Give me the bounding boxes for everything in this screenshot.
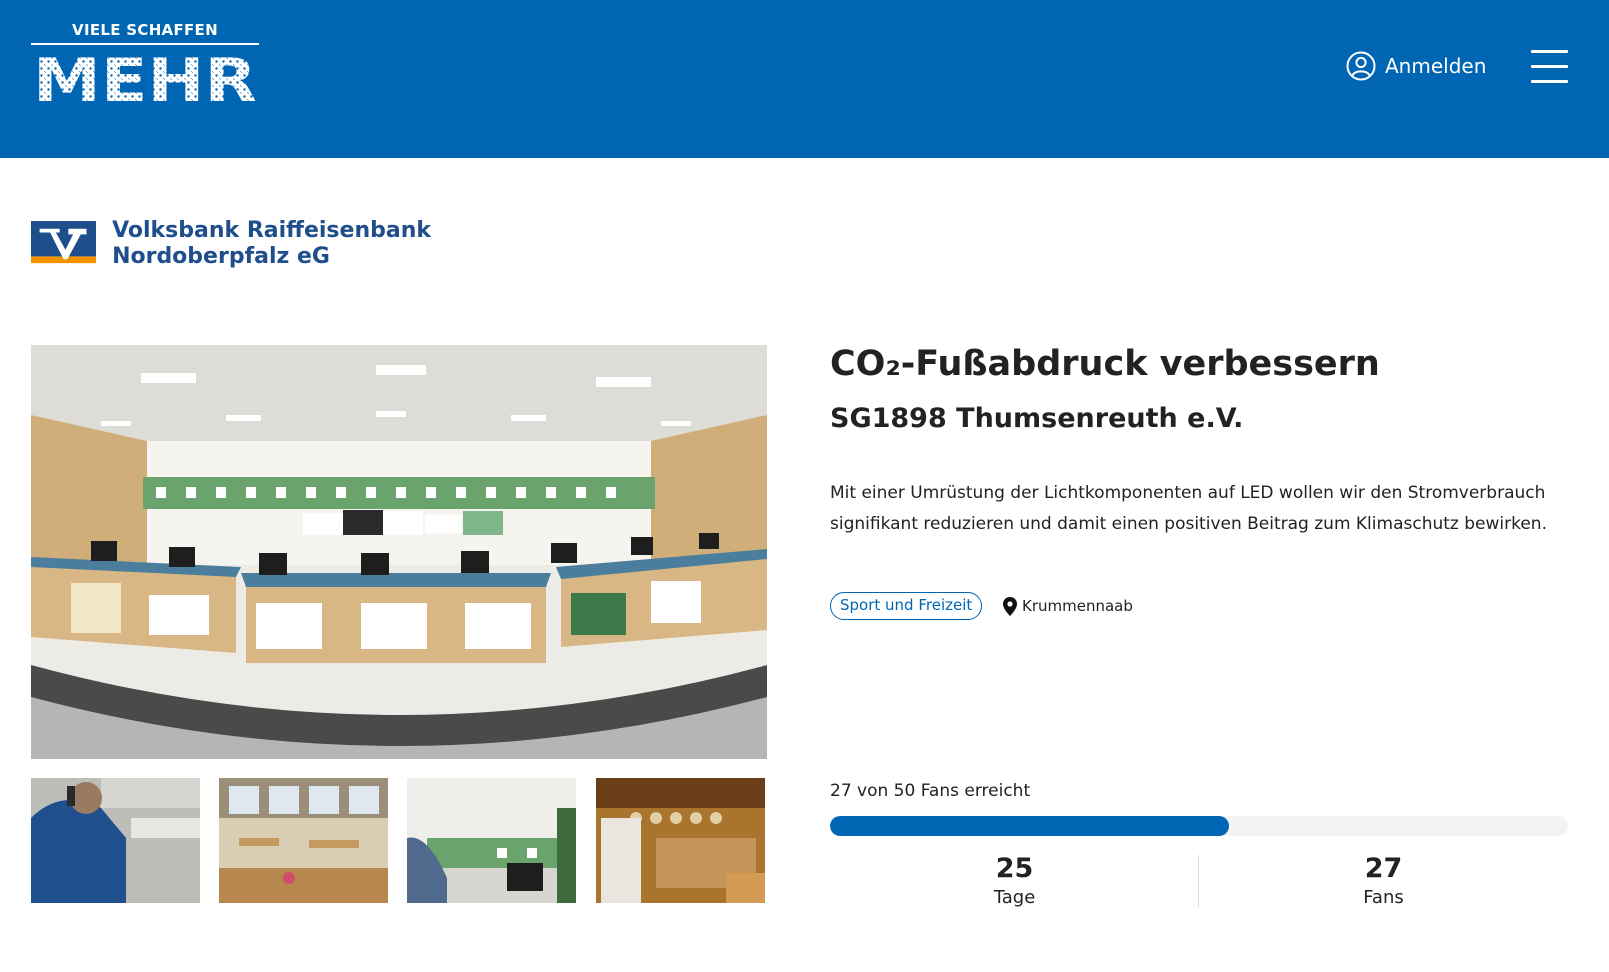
- fans-value: 27: [1364, 853, 1403, 884]
- logo-tagline: VIELE SCHAFFEN: [72, 21, 218, 39]
- days-remaining-stat: 25 Tage: [830, 852, 1199, 910]
- project-description: Mit einer Umrüstung der Lichtkomponenten…: [830, 483, 1547, 534]
- gallery-thumbnail-2[interactable]: [219, 778, 388, 903]
- gallery-thumbnail-4[interactable]: [596, 778, 765, 903]
- gallery-thumbnail-1[interactable]: [31, 778, 200, 903]
- days-value: 25: [995, 853, 1034, 884]
- menu-bar: [1531, 50, 1568, 53]
- volksbank-logo-icon: [31, 221, 97, 264]
- menu-bar: [1531, 65, 1568, 68]
- bank-name-line1: Volksbank Raiffeisenbank: [112, 218, 431, 243]
- progress-text: 27 von 50 Fans erreicht: [830, 781, 1031, 801]
- project-location: Krummennaab: [1003, 592, 1133, 620]
- logo-divider: [31, 43, 259, 45]
- map-pin-icon: [1003, 596, 1017, 616]
- viele-schaffen-mehr-logo[interactable]: VIELE SCHAFFEN MEHR: [31, 20, 259, 107]
- bank-logo[interactable]: Volksbank Raiffeisenbank Nordoberpfalz e…: [31, 218, 431, 270]
- project-organization: SG1898 Thumsenreuth e.V.: [830, 403, 1244, 434]
- fans-count-stat: 27 Fans: [1199, 852, 1568, 910]
- login-label: Anmelden: [1385, 54, 1487, 78]
- category-tag[interactable]: Sport und Freizeit: [830, 592, 983, 620]
- fan-progress-fill: [830, 816, 1229, 836]
- fans-label: Fans: [1363, 887, 1404, 908]
- fan-progress-bar: [830, 816, 1568, 836]
- hamburger-menu-button[interactable]: [1531, 50, 1568, 84]
- menu-bar: [1531, 80, 1568, 83]
- login-button[interactable]: Anmelden: [1346, 49, 1486, 83]
- location-label: Krummennaab: [1022, 597, 1133, 615]
- bank-name: Volksbank Raiffeisenbank Nordoberpfalz e…: [112, 218, 431, 270]
- logo-mehr-text: MEHR: [33, 51, 257, 107]
- hero-image[interactable]: [31, 345, 767, 759]
- days-label: Tage: [993, 887, 1036, 908]
- site-header: VIELE SCHAFFEN MEHR Anmelden: [0, 0, 1609, 158]
- user-circle-icon: [1346, 51, 1376, 81]
- gallery-thumbnail-3[interactable]: [407, 778, 576, 903]
- project-title: CO₂-Fußabdruck verbessern: [830, 344, 1380, 384]
- logo-mehr-wordmark: MEHR: [33, 51, 257, 107]
- bank-name-line2: Nordoberpfalz eG: [112, 244, 330, 269]
